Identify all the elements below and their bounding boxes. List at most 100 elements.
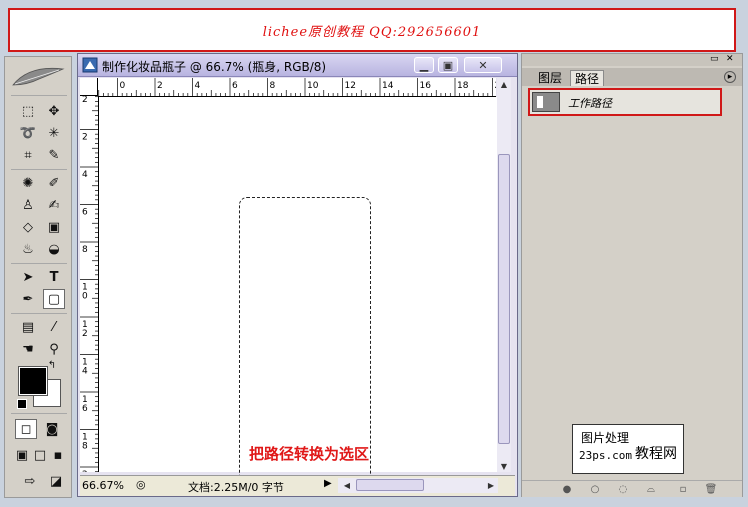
clone-stamp-icon[interactable]: ♙ xyxy=(17,195,39,215)
scroll-left-icon[interactable]: ◀ xyxy=(340,479,354,491)
panel-tab-strip: 图层 路径 ▸ xyxy=(522,68,742,86)
ruler-origin[interactable] xyxy=(80,78,98,96)
ruler-v-label: 0 xyxy=(82,292,88,302)
healing-brush-icon[interactable]: ✺ xyxy=(17,173,39,193)
ruler-h-label: 8 xyxy=(270,81,276,91)
ruler-h-label: 0 xyxy=(120,81,126,91)
fill-path-icon[interactable]: ● xyxy=(560,483,574,495)
ruler-h-label: 20 xyxy=(495,81,497,91)
stroke-path-icon[interactable]: ○ xyxy=(588,483,602,495)
swap-colors-icon[interactable]: ↰ xyxy=(45,359,59,371)
jump-to-imageready-icon[interactable]: ⇨ xyxy=(17,471,43,491)
watermark-line1: 图片处理 xyxy=(581,431,630,445)
rounded-rectangle-tool-icon[interactable]: ▢ xyxy=(43,289,65,309)
screen-mode-menu-icon[interactable]: □ xyxy=(31,445,49,465)
maximize-button[interactable]: ▣ xyxy=(438,57,458,73)
zoom-tool-icon[interactable]: ⚲ xyxy=(43,339,65,359)
vertical-ruler[interactable]: 2246810121416182022 xyxy=(80,96,99,472)
foreground-color-swatch[interactable] xyxy=(18,366,48,396)
eyedropper-tool-icon[interactable]: ⁄ xyxy=(43,317,65,337)
pen-tool-icon[interactable]: ✒ xyxy=(17,289,39,309)
ruler-h-label: 6 xyxy=(232,81,238,91)
magic-wand-icon[interactable]: ✳ xyxy=(43,123,65,143)
horizontal-scrollbar[interactable]: ◀ ▶ xyxy=(338,478,498,493)
document-icon xyxy=(82,57,98,73)
ruler-h-label: 4 xyxy=(195,81,201,91)
ruler-h-label: 2 xyxy=(157,81,163,91)
feather-logo-icon xyxy=(12,67,65,86)
tab-paths[interactable]: 路径 xyxy=(570,70,605,86)
banner-text: lichee原创教程 QQ:292656601 xyxy=(262,24,482,40)
ruler-v-label: 2 xyxy=(82,470,88,472)
document-title: 制作化妆品瓶子 @ 66.7% (瓶身, RGB/8) xyxy=(102,60,327,74)
horizontal-scroll-thumb[interactable] xyxy=(356,479,424,491)
delete-path-icon[interactable]: 🗑 xyxy=(704,483,718,495)
path-name: 工作路径 xyxy=(568,97,612,110)
ruler-h-label: 16 xyxy=(420,81,432,91)
move-tool-icon[interactable]: ✥ xyxy=(43,101,65,121)
scroll-down-icon[interactable]: ▼ xyxy=(497,460,511,472)
gradient-tool-icon[interactable]: ▣ xyxy=(43,217,65,237)
panel-close-icon[interactable]: ✕ xyxy=(726,54,734,64)
type-tool-icon[interactable]: T xyxy=(43,267,65,287)
lasso-tool-icon[interactable]: ➰ xyxy=(17,123,39,143)
vertical-scroll-thumb[interactable] xyxy=(498,154,510,444)
tab-layers[interactable]: 图层 xyxy=(534,70,566,86)
eraser-tool-icon[interactable]: ◇ xyxy=(17,217,39,237)
ruler-v-label: 8 xyxy=(82,442,88,452)
document-titlebar[interactable]: 制作化妆品瓶子 @ 66.7% (瓶身, RGB/8) ▁ ▣ ✕ xyxy=(78,54,517,77)
scroll-up-icon[interactable]: ▲ xyxy=(497,78,511,90)
slice-tool-icon[interactable]: ✎ xyxy=(43,145,65,165)
brush-tool-icon[interactable]: ✐ xyxy=(43,173,65,193)
annotation-text: 把路径转换为选区 xyxy=(248,445,369,463)
screen-mode-full-icon[interactable]: ▪ xyxy=(49,445,67,465)
new-path-icon[interactable]: ▫ xyxy=(676,483,690,495)
status-arrow-icon[interactable]: ▶ xyxy=(324,478,332,489)
path-list-item[interactable]: 工作路径 xyxy=(528,88,722,116)
default-colors-icon[interactable] xyxy=(17,399,27,409)
ruler-h-label: 18 xyxy=(457,81,469,91)
ruler-h-label: 10 xyxy=(307,81,319,91)
hand-tool-icon[interactable]: ☚ xyxy=(17,339,39,359)
dodge-tool-icon[interactable]: ◒ xyxy=(43,239,65,259)
ruler-h-label: 14 xyxy=(382,81,394,91)
crop-tool-icon[interactable]: ⌗ xyxy=(17,145,39,165)
close-button[interactable]: ✕ xyxy=(464,57,502,73)
marquee-tool-icon[interactable]: ⬚ xyxy=(17,101,39,121)
zoom-level[interactable]: 66.67% xyxy=(82,479,128,493)
standard-mode-icon[interactable]: ◻ xyxy=(15,419,37,439)
make-work-path-icon[interactable]: ⌓ xyxy=(644,483,658,495)
status-menu-icon[interactable]: ◎ xyxy=(136,478,146,491)
ruler-v-label: 2 xyxy=(82,329,88,339)
quick-mask-mode-icon[interactable]: ◙ xyxy=(41,419,63,439)
horizontal-ruler[interactable]: 0 2 4 6 8 10 12 14 16 18 20 xyxy=(98,78,496,97)
imageready-icon[interactable]: ◪ xyxy=(45,471,67,491)
load-path-as-selection-icon[interactable]: ◌ xyxy=(616,483,630,495)
ruler-v-label: 4 xyxy=(82,367,88,377)
ruler-v-label: 2 xyxy=(82,133,88,143)
ruler-v-label: 6 xyxy=(82,208,88,218)
panel-body: 图片处理 23ps.com 教程网 xyxy=(524,118,740,478)
history-brush-icon[interactable]: ✍ xyxy=(43,195,65,215)
screen-mode-standard-icon[interactable]: ▣ xyxy=(13,445,31,465)
notes-tool-icon[interactable]: ▤ xyxy=(17,317,39,337)
ruler-v-label: 8 xyxy=(82,245,88,255)
ruler-h-label: 12 xyxy=(345,81,356,91)
panel-footer: ● ○ ◌ ⌓ ▫ 🗑 xyxy=(522,480,742,497)
panel-menu-icon[interactable]: ▸ xyxy=(724,71,736,83)
image-canvas[interactable]: 把路径转换为选区 xyxy=(99,97,497,489)
ruler-v-label: 6 xyxy=(82,404,88,414)
paths-panel: ▭ ✕ 图层 路径 ▸ 工作路径 图片处理 23ps.com 教程网 ● ○ ◌… xyxy=(521,53,743,497)
ruler-v-label: 2 xyxy=(82,96,88,105)
panel-minimize-icon[interactable]: ▭ xyxy=(710,54,719,64)
vertical-ruler-ticks: 2246810121416182022 xyxy=(80,96,98,472)
status-bar: 66.67% ◎ 文档:2.25M/0 字节 ▶ ◀ ▶ xyxy=(80,475,515,496)
blur-tool-icon[interactable]: ♨ xyxy=(17,239,39,259)
panel-header[interactable]: ▭ ✕ xyxy=(522,54,742,66)
path-thumbnail xyxy=(532,92,560,112)
path-selection-icon[interactable]: ➤ xyxy=(17,267,39,287)
vertical-scrollbar[interactable]: ▲ ▼ xyxy=(497,78,511,472)
tutorial-banner: lichee原创教程 QQ:292656601 xyxy=(8,8,736,52)
scroll-right-icon[interactable]: ▶ xyxy=(484,479,498,491)
minimize-button[interactable]: ▁ xyxy=(414,57,434,73)
